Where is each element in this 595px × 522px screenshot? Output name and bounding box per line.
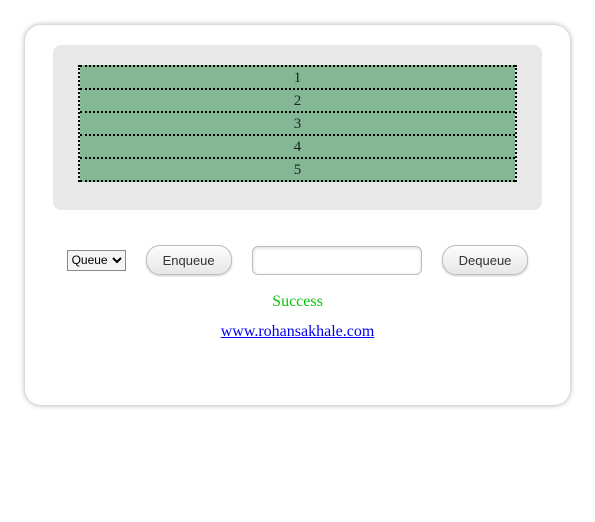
footer-link[interactable]: www.rohansakhale.com [53, 323, 542, 341]
queue-container: 1 2 3 4 5 [78, 65, 517, 182]
dequeue-button[interactable]: Dequeue [442, 245, 529, 275]
queue-cell: 4 [80, 134, 515, 159]
enqueue-button[interactable]: Enqueue [146, 245, 232, 275]
app-card: 1 2 3 4 5 Queue Enqueue Dequeue Success … [25, 25, 570, 405]
queue-cell: 1 [80, 65, 515, 90]
queue-display-panel: 1 2 3 4 5 [53, 45, 542, 210]
structure-select[interactable]: Queue [67, 250, 126, 271]
queue-cell: 3 [80, 111, 515, 136]
queue-cell: 2 [80, 88, 515, 113]
value-input[interactable] [252, 246, 422, 275]
queue-cell: 5 [80, 157, 515, 182]
status-message: Success [53, 293, 542, 311]
controls-row: Queue Enqueue Dequeue [53, 245, 542, 275]
